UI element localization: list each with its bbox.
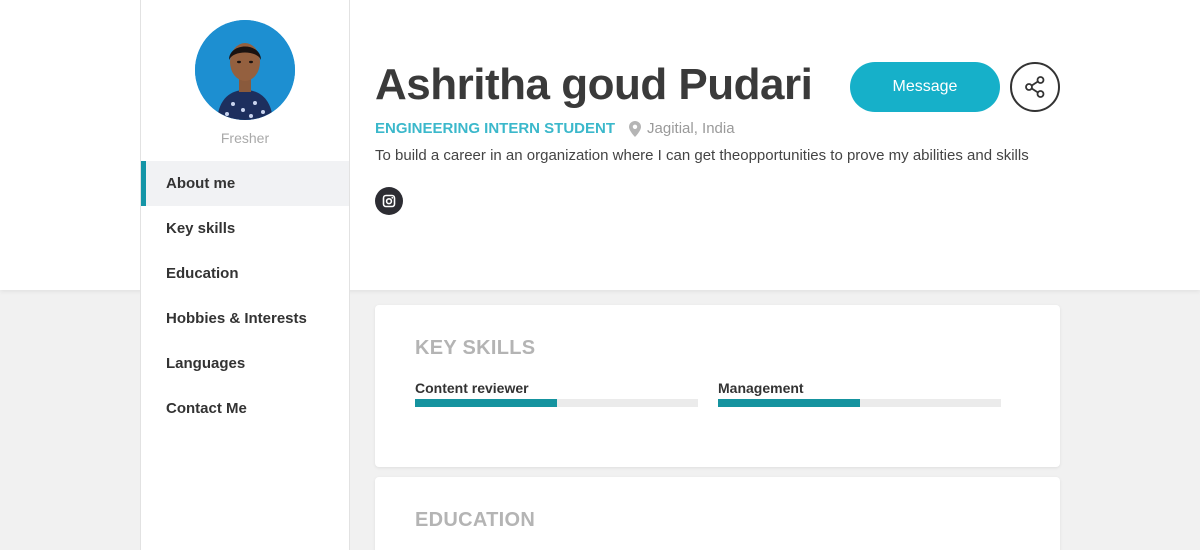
skill-bar-fill [718,399,860,407]
profile-designation: ENGINEERING INTERN STUDENT [375,120,616,137]
skill-name: Management [718,380,804,396]
skill-bar-track [415,399,698,407]
education-title: EDUCATION [415,509,536,531]
skill-name: Content reviewer [415,380,529,396]
location-pin-icon [629,120,642,137]
profile-location: Jagitial, India [647,120,735,137]
skill-bar-track [718,399,1001,407]
sidebar-nav: About me Key skills Education Hobbies & … [141,161,349,431]
key-skills-card: KEY SKILLS Content reviewer Management [375,305,1060,467]
skill-item: Content reviewer [415,380,698,407]
sidebar-item-contact-me[interactable]: Contact Me [141,386,349,431]
profile-role-tag: Fresher [220,130,270,146]
message-button[interactable]: Message [850,62,1000,112]
skill-item: Management [718,380,1001,407]
instagram-icon[interactable] [375,187,403,215]
sidebar-item-education[interactable]: Education [141,251,349,296]
sidebar-item-about-me[interactable]: About me [141,161,349,206]
key-skills-title: KEY SKILLS [415,337,536,359]
profile-title-line: ENGINEERING INTERN STUDENT Jagitial, Ind… [375,120,735,137]
profile-sidebar: Fresher About me Key skills Education Ho… [140,0,350,550]
sidebar-item-key-skills[interactable]: Key skills [141,206,349,251]
skill-bar-fill [415,399,557,407]
education-card: EDUCATION [375,477,1060,550]
sidebar-item-hobbies-interests[interactable]: Hobbies & Interests [141,296,349,341]
profile-summary: To build a career in an organization whe… [375,147,1029,164]
share-icon [1025,76,1045,98]
share-button[interactable] [1010,62,1060,112]
profile-name: Ashritha goud Pudari [375,60,813,109]
avatar-photo-icon [195,20,295,120]
avatar [195,20,295,120]
sidebar-item-languages[interactable]: Languages [141,341,349,386]
